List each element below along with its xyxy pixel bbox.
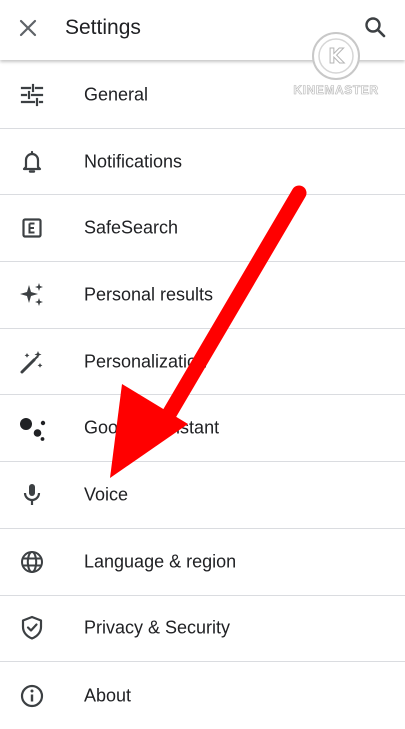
globe-icon [18,548,46,576]
close-icon[interactable] [14,14,42,42]
settings-item-about[interactable]: About [0,662,405,729]
settings-item-personalization[interactable]: Personalization [0,329,405,396]
bell-icon [18,148,46,176]
shield-check-icon [18,614,46,642]
settings-item-label: SafeSearch [84,217,179,238]
settings-item-voice[interactable]: Voice [0,462,405,529]
settings-item-privacy-security[interactable]: Privacy & Security [0,596,405,663]
settings-item-label: Notifications [84,151,183,172]
magic-wand-icon [18,348,46,376]
settings-item-label: Language & region [84,551,237,572]
settings-item-google-assistant[interactable]: Google Assistant [0,395,405,463]
explicit-e-icon [18,214,46,242]
app-bar: Settings [0,0,405,60]
settings-item-label: Personal results [84,284,214,305]
settings-item-label: About [84,685,132,706]
tune-sliders-icon [18,81,46,109]
settings-item-label: Google Assistant [84,417,220,438]
settings-item-label: Voice [84,484,129,505]
settings-item-safesearch[interactable]: SafeSearch [0,195,405,263]
microphone-icon [18,481,46,509]
settings-list: General Notifications SafeSearch Persona… [0,62,405,729]
assistant-dots-icon [18,414,46,442]
search-icon[interactable] [361,13,389,41]
settings-item-notifications[interactable]: Notifications [0,129,405,196]
settings-item-general[interactable]: General [0,62,405,129]
settings-item-personal-results[interactable]: Personal results [0,262,405,329]
settings-item-label: General [84,84,149,105]
settings-item-label: Privacy & Security [84,617,231,638]
settings-item-language-region[interactable]: Language & region [0,529,405,596]
settings-item-label: Personalization [84,351,208,372]
info-icon [18,682,46,710]
sparkle-icon [18,281,46,309]
page-title: Settings [65,16,141,39]
